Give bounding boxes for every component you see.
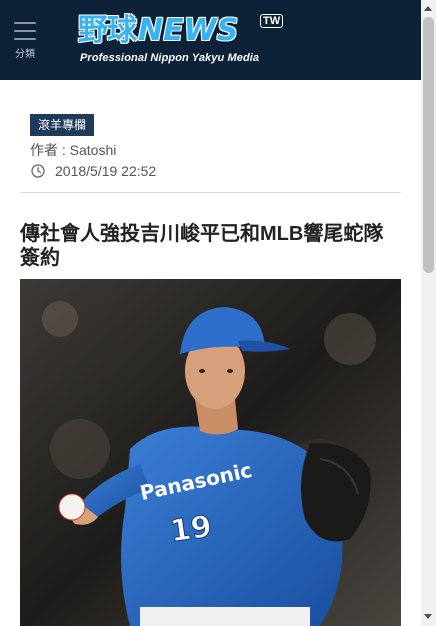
author-name: Satoshi xyxy=(69,142,117,158)
author-line: 作者 : Satoshi xyxy=(30,140,116,160)
logo-subtitle: Professional Nippon Yakyu Media xyxy=(80,52,260,64)
article-photo[interactable]: Panasonic 19 xyxy=(20,279,401,626)
publish-date: 2018/5/19 22:52 xyxy=(55,163,157,179)
hamburger-icon xyxy=(14,22,36,40)
scrollbar[interactable] xyxy=(421,0,436,626)
scrollbar-thumb[interactable] xyxy=(423,17,434,273)
date-line: 2018/5/19 22:52 xyxy=(30,163,156,179)
article-title: 傳社會人強投吉川峻平已和MLB響尾蛇隊簽約 xyxy=(20,223,384,269)
site-logo[interactable]: 野球 NEWS TW Professional Nippon Yakyu Med… xyxy=(78,12,284,68)
divider xyxy=(20,192,401,193)
category-badge[interactable]: 滾羊專欄 xyxy=(30,114,95,136)
menu-label: 分類 xyxy=(15,49,35,60)
scroll-down-icon[interactable] xyxy=(424,614,432,619)
site-header: 分類 野球 NEWS TW Professional Nippon Yakyu … xyxy=(0,0,421,80)
logo-tw-badge: TW xyxy=(260,14,284,28)
logo-kanji: 野球 xyxy=(78,13,137,48)
jersey-number: 19 xyxy=(168,509,214,549)
scroll-up-icon[interactable] xyxy=(424,6,432,11)
category-menu-button[interactable]: 分類 xyxy=(8,22,42,66)
logo-news: NEWS xyxy=(138,13,239,48)
author-prefix: 作者 : xyxy=(30,142,70,158)
clock-icon xyxy=(31,164,45,178)
